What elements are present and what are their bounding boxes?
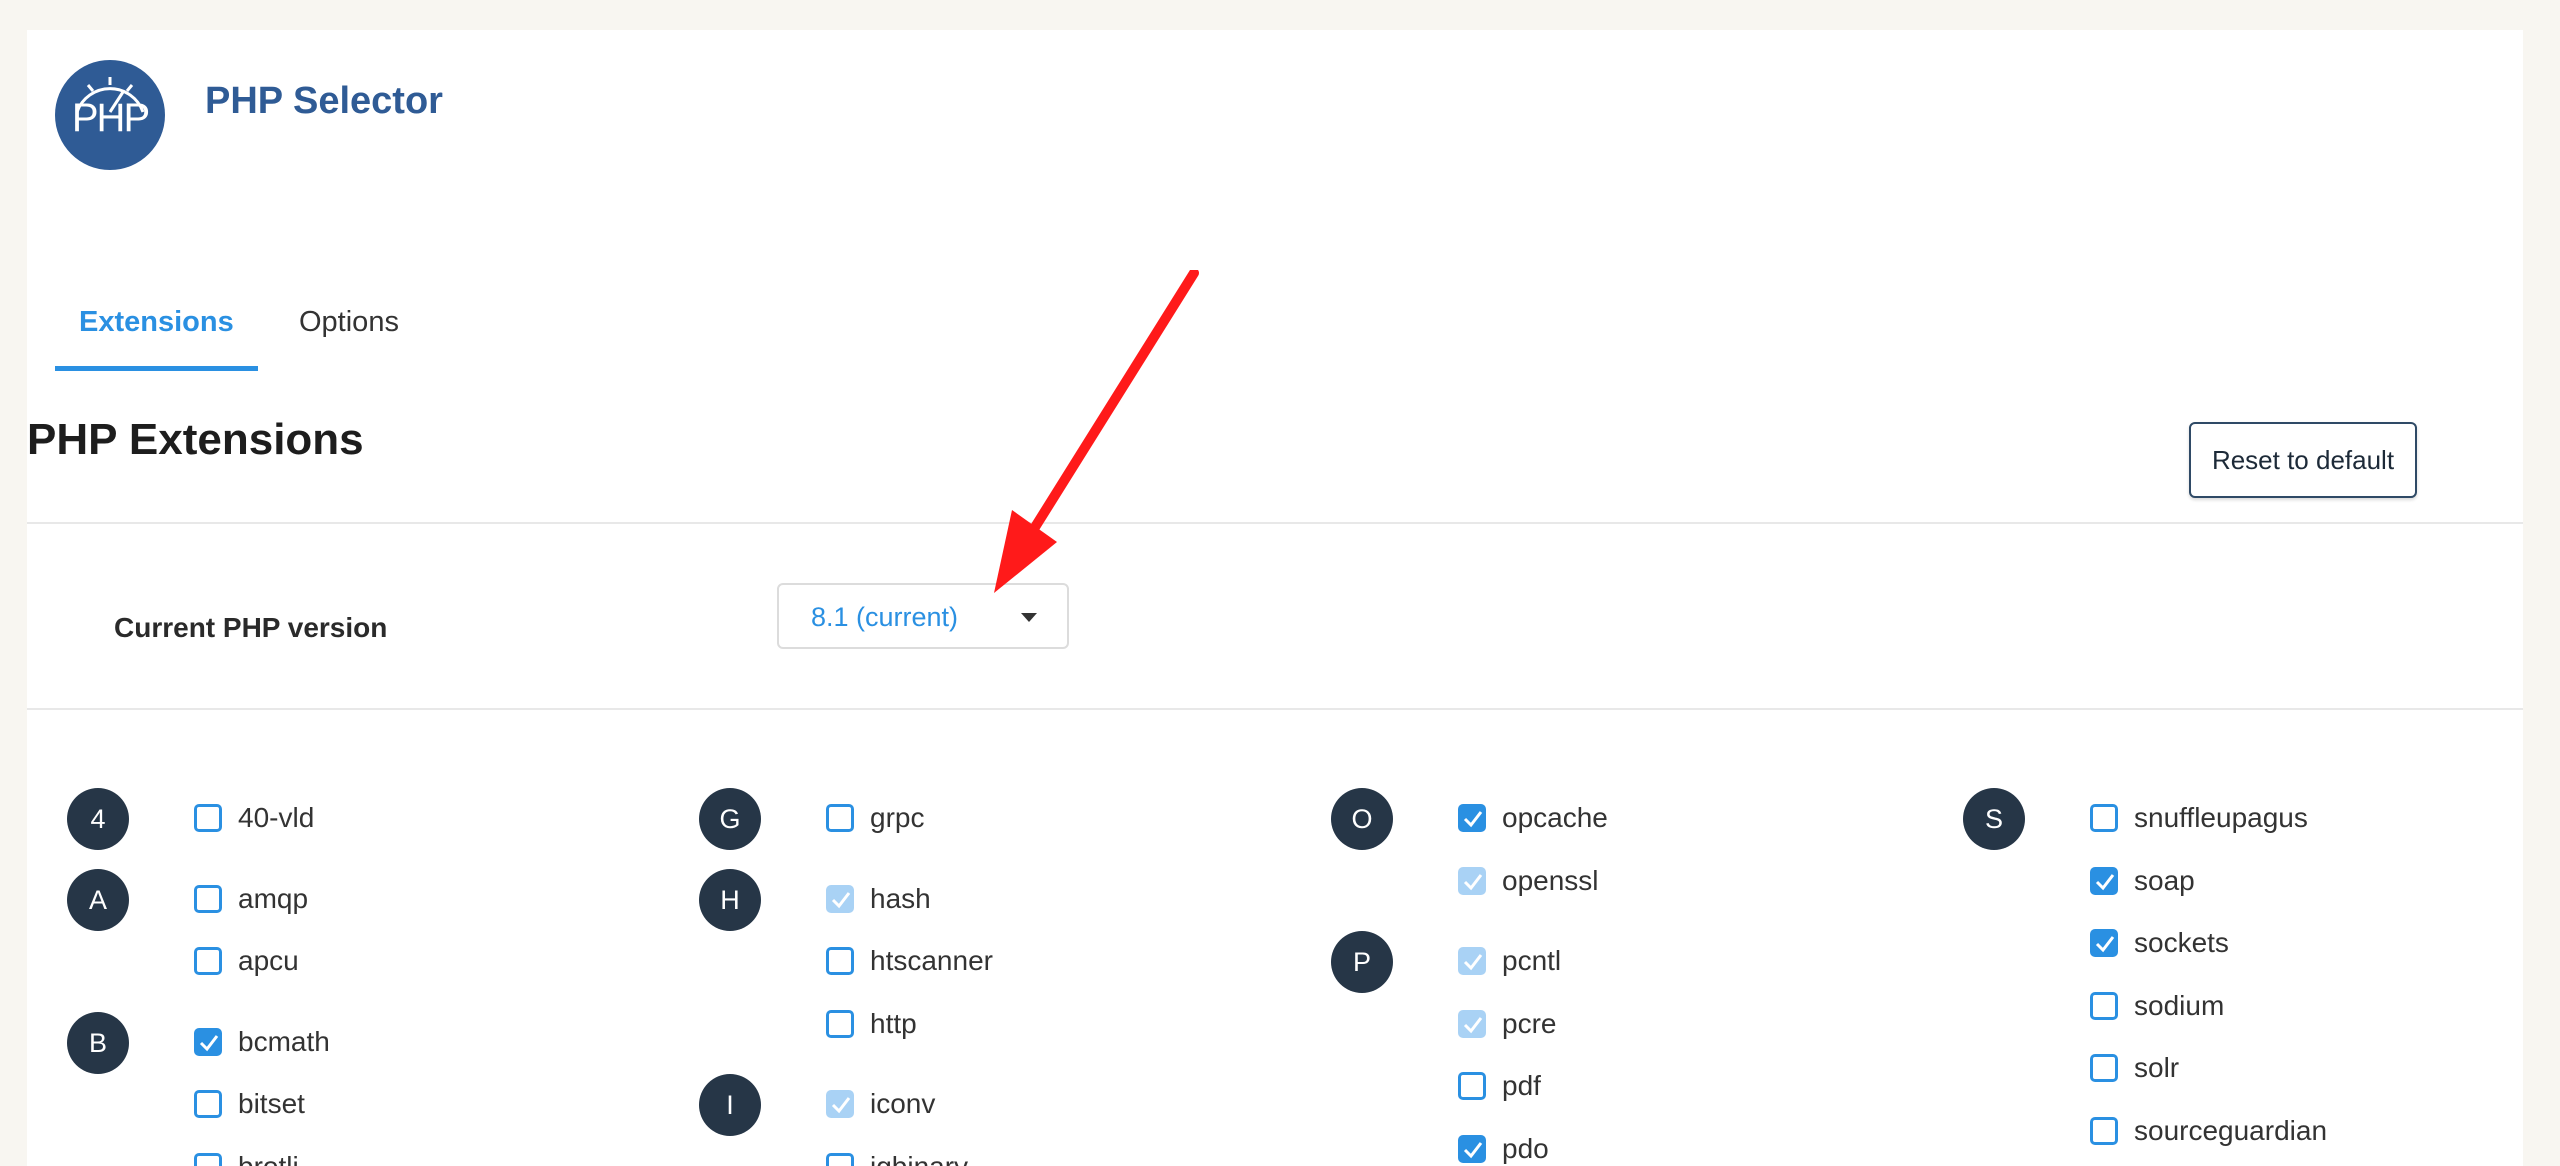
extension-label: openssl [1502, 864, 1599, 896]
letter-badge: P [1331, 931, 1393, 993]
extension-label: solr [2134, 1052, 2180, 1083]
extension-checkbox[interactable] [826, 1009, 854, 1038]
extension-checkbox[interactable] [194, 1152, 222, 1166]
extension-checkbox[interactable] [1458, 1134, 1486, 1163]
extension-checkbox[interactable] [194, 884, 222, 913]
extension-checkbox[interactable] [2090, 1054, 2118, 1082]
extension-label: bcmath [238, 1025, 330, 1057]
extension-checkbox[interactable] [194, 1090, 222, 1118]
extension-label: hash [870, 882, 931, 914]
php-selector-panel: PHP PHP Selector Extensions Options PHP … [27, 30, 2523, 1166]
extension-label: 40-vld [238, 802, 315, 833]
extension-label: brotli [238, 1150, 299, 1166]
extension-checkbox [1458, 947, 1486, 975]
tab-extensions[interactable]: Extensions [55, 278, 258, 371]
letter-badge: O [1331, 788, 1393, 850]
divider [27, 708, 2523, 710]
version-value: 8.1 (current) [811, 602, 959, 632]
extension-checkbox[interactable] [826, 804, 854, 832]
extension-label: sourceguardian [2134, 1114, 2328, 1146]
extension-label: pcntl [1502, 945, 1562, 976]
extension-checkbox[interactable] [194, 947, 222, 975]
extension-checkbox [1458, 1009, 1486, 1038]
extension-label: sodium [2134, 989, 2225, 1021]
extension-label: igbinary [870, 1150, 969, 1166]
letter-badge: S [1963, 788, 2025, 850]
version-label: Current PHP version [114, 612, 388, 643]
extension-checkbox[interactable] [194, 1027, 222, 1056]
extension-checkbox[interactable] [2090, 929, 2118, 957]
extension-checkbox [1458, 866, 1486, 895]
annotation-arrow-icon [994, 270, 1199, 593]
extension-checkbox[interactable] [2090, 1116, 2118, 1145]
extension-label: pcre [1502, 1007, 1557, 1039]
extension-label: pdo [1502, 1132, 1549, 1164]
app-title: PHP Selector [205, 80, 443, 122]
extension-checkbox[interactable] [2090, 866, 2118, 895]
extension-checkbox[interactable] [826, 1152, 854, 1166]
extension-checkbox[interactable] [826, 947, 854, 975]
extension-label: http [870, 1007, 917, 1039]
extension-label: snuffleupagus [2134, 802, 2308, 833]
extension-label: pdf [1502, 1070, 1541, 1101]
extension-checkbox[interactable] [2090, 991, 2118, 1020]
letter-badge: A [67, 868, 129, 931]
extension-label: iconv [870, 1088, 936, 1119]
php-logo: PHP [55, 60, 165, 170]
chevron-down-icon [1021, 613, 1037, 622]
extension-label: htscanner [870, 945, 993, 976]
extension-label: grpc [870, 802, 925, 833]
extension-checkbox[interactable] [1458, 1072, 1486, 1100]
extension-checkbox[interactable] [194, 804, 222, 832]
section-title: PHP Extensions [27, 415, 364, 464]
extension-label: soap [2134, 864, 2195, 896]
logo-text: PHP [71, 96, 150, 140]
letter-badge: 4 [67, 788, 129, 850]
extension-label: bitset [238, 1088, 305, 1119]
letter-badge: B [67, 1011, 129, 1074]
extension-label: apcu [238, 945, 299, 976]
extension-label: sockets [2134, 927, 2229, 958]
reset-to-default-button[interactable]: Reset to default [2189, 422, 2417, 498]
letter-badge: I [699, 1074, 761, 1136]
extension-checkbox[interactable] [1458, 804, 1486, 832]
extension-checkbox [826, 1090, 854, 1118]
extension-checkbox [826, 884, 854, 913]
extension-checkbox[interactable] [2090, 804, 2118, 832]
extension-label: opcache [1502, 802, 1608, 833]
letter-badge: H [699, 868, 761, 931]
tab-options[interactable]: Options [275, 278, 423, 366]
letter-badge: G [699, 788, 761, 850]
divider [27, 522, 2523, 524]
extension-label: amqp [238, 882, 309, 914]
